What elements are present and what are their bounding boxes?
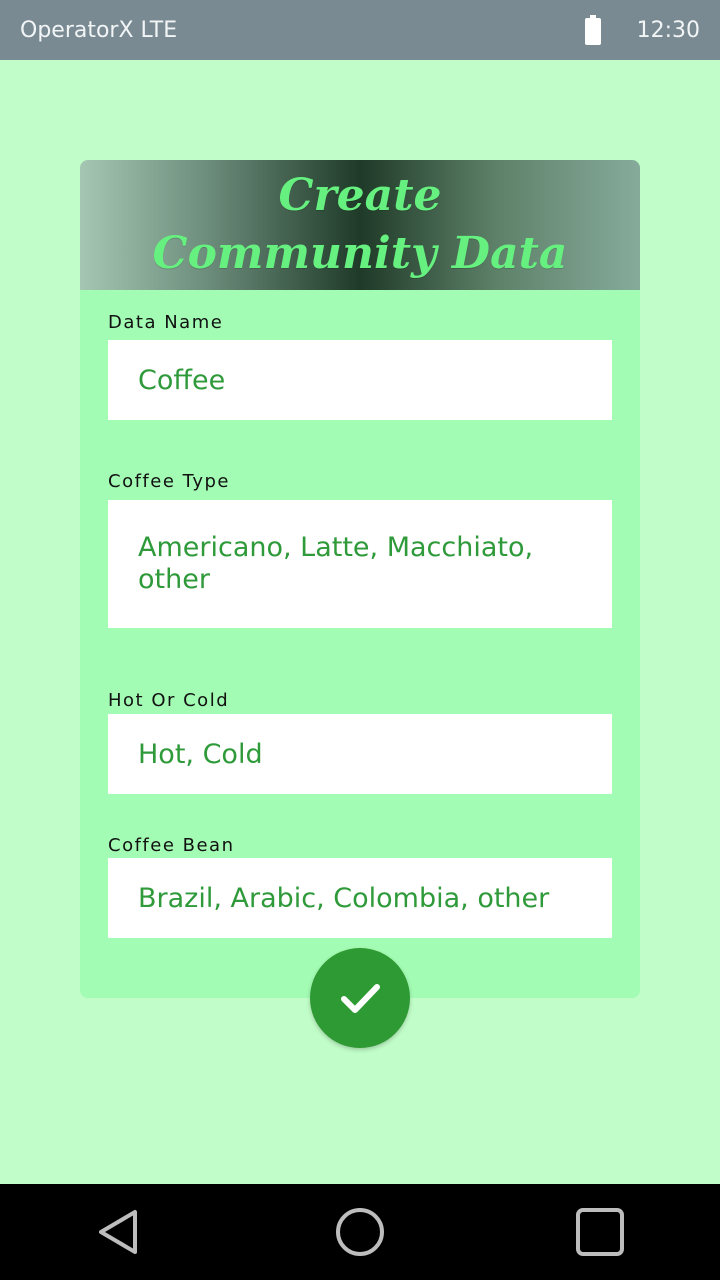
data-name-input[interactable]: Coffee	[108, 340, 612, 420]
hot-or-cold-label: Hot Or Cold	[108, 690, 230, 711]
clock-time: 12:30	[636, 17, 700, 43]
coffee-bean-value: Brazil, Arabic, Colombia, other	[138, 882, 550, 914]
carrier-name: OperatorX LTE	[20, 17, 178, 43]
card-header: Create Community Data	[80, 160, 640, 290]
create-form-card: Create Community Data Data Name Coffee C…	[80, 160, 640, 998]
page-title-line2: Community Data	[152, 228, 568, 279]
submit-button[interactable]	[310, 948, 410, 1048]
hot-or-cold-value: Hot, Cold	[138, 738, 263, 770]
hot-or-cold-input[interactable]: Hot, Cold	[108, 714, 612, 794]
data-name-value: Coffee	[138, 364, 226, 396]
status-bar: OperatorX LTE 12:30	[0, 0, 720, 60]
recents-square-icon	[576, 1208, 624, 1256]
page-title-line1: Create	[278, 170, 442, 221]
battery-icon	[584, 15, 601, 45]
coffee-type-label: Coffee Type	[108, 471, 230, 492]
recents-button[interactable]	[570, 1202, 630, 1262]
home-button[interactable]	[330, 1202, 390, 1262]
coffee-type-input[interactable]: Americano, Latte, Macchiato, other	[108, 500, 612, 628]
back-triangle-icon	[99, 1210, 137, 1254]
back-button[interactable]	[90, 1202, 150, 1262]
coffee-bean-label: Coffee Bean	[108, 835, 235, 856]
checkmark-icon	[341, 984, 380, 1013]
system-nav-bar	[0, 1184, 720, 1280]
coffee-bean-input[interactable]: Brazil, Arabic, Colombia, other	[108, 858, 612, 938]
coffee-type-value: Americano, Latte, Macchiato, other	[138, 532, 534, 595]
home-circle-icon	[336, 1208, 384, 1256]
data-name-label: Data Name	[108, 312, 224, 333]
